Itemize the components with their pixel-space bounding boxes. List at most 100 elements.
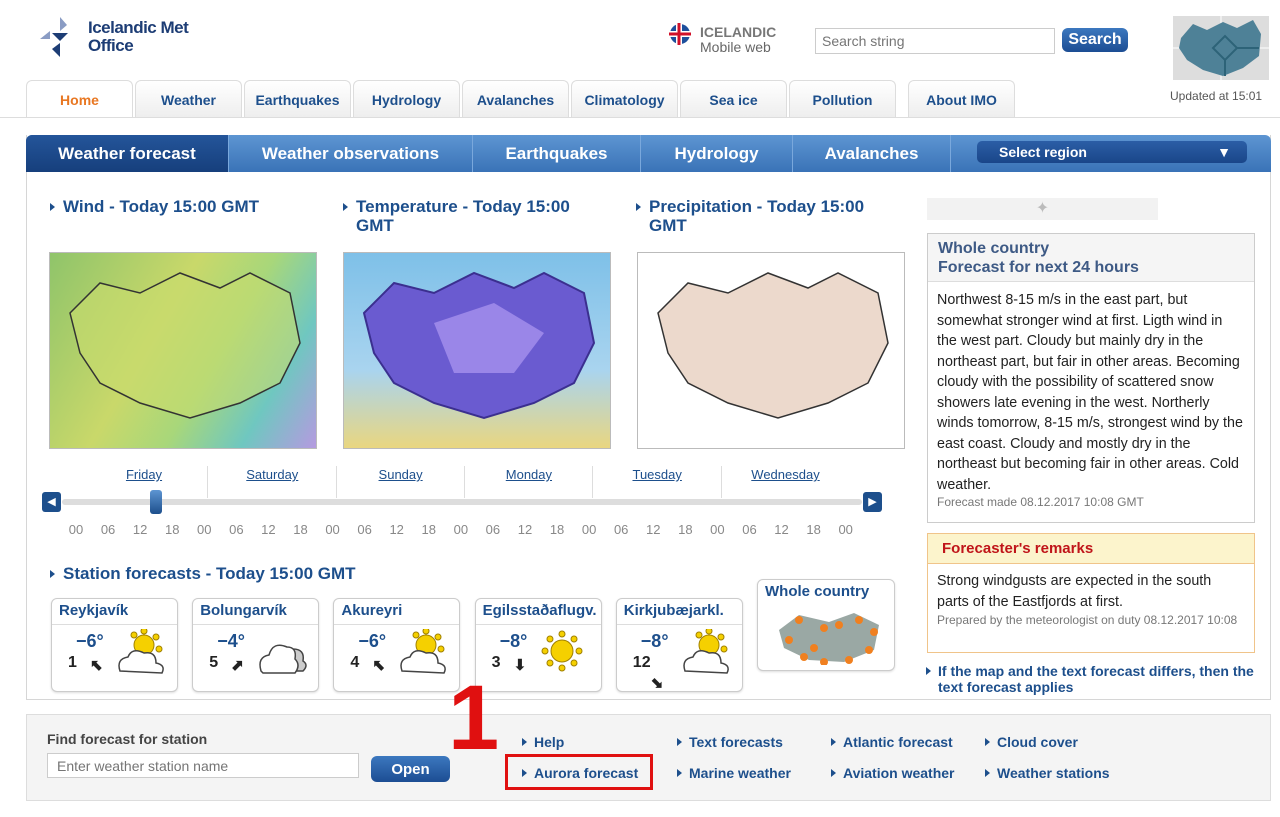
day-link[interactable]: Wednesday xyxy=(722,467,850,482)
hour-tick[interactable]: 18 xyxy=(798,522,830,537)
hour-tick[interactable]: 00 xyxy=(60,522,92,537)
subnav-avalanches[interactable]: Avalanches xyxy=(793,135,951,172)
annotation-number: 1 xyxy=(448,667,500,769)
hour-tick[interactable]: 18 xyxy=(541,522,573,537)
timeline-track[interactable] xyxy=(62,499,862,505)
temperature-map[interactable] xyxy=(343,252,611,449)
search-input[interactable] xyxy=(815,28,1055,54)
forecast-region: Whole country xyxy=(938,240,1050,257)
precipitation-map-title[interactable]: Precipitation - Today 15:00 GMT xyxy=(636,197,899,235)
iceland-flag-icon[interactable] xyxy=(669,23,691,45)
station-name: Kirkjubæjarkl. xyxy=(616,599,742,625)
station-wind-speed: 5 xyxy=(209,654,219,671)
wind-map[interactable] xyxy=(49,252,317,449)
tab-avalanches[interactable]: Avalanches xyxy=(462,80,569,117)
forecast-text: Northwest 8-15 m/s in the east part, but… xyxy=(937,292,1243,493)
tab-sea-ice[interactable]: Sea ice xyxy=(680,80,787,117)
station-temperature: −6° xyxy=(358,631,387,651)
tab-pollution[interactable]: Pollution xyxy=(789,80,896,117)
station-card[interactable]: Bolungarvík −4° 5 ⬈ xyxy=(192,598,320,692)
select-region-dropdown[interactable]: Select region ▼ xyxy=(977,141,1247,163)
hour-tick[interactable]: 06 xyxy=(349,522,381,537)
day-link[interactable]: Saturday xyxy=(208,467,336,482)
tab-divider xyxy=(0,117,1280,118)
hour-tick[interactable]: 12 xyxy=(252,522,284,537)
station-card[interactable]: Reykjavík −6° 1 ⬉ xyxy=(51,598,178,692)
timeline-next-button[interactable]: ▶ xyxy=(863,492,882,512)
region-label: Select region xyxy=(999,144,1087,160)
wind-direction-arrow-icon: ⬈ xyxy=(231,657,244,674)
hour-tick[interactable]: 18 xyxy=(669,522,701,537)
open-button[interactable]: Open xyxy=(371,756,450,782)
hour-tick[interactable]: 18 xyxy=(156,522,188,537)
hour-tick[interactable]: 12 xyxy=(637,522,669,537)
hour-tick[interactable]: 12 xyxy=(124,522,156,537)
whole-country-label: Whole country xyxy=(765,583,870,600)
site-logo[interactable]: Icelandic Met Office xyxy=(88,19,189,55)
hour-tick[interactable]: 00 xyxy=(445,522,477,537)
timeline-slider-handle[interactable] xyxy=(150,490,162,514)
tab-earthquakes[interactable]: Earthquakes xyxy=(244,80,351,117)
wind-map-title[interactable]: Wind - Today 15:00 GMT xyxy=(50,197,313,216)
partly-cloudy-icon xyxy=(683,629,729,674)
subnav-weather-forecast[interactable]: Weather forecast xyxy=(26,135,229,172)
cloud-cover-link[interactable]: Cloud cover xyxy=(985,734,1078,750)
hour-tick[interactable]: 12 xyxy=(766,522,798,537)
partly-cloudy-icon xyxy=(118,629,164,674)
day-divider xyxy=(463,466,465,498)
day-link[interactable]: Monday xyxy=(465,467,593,482)
aviation-weather-link[interactable]: Aviation weather xyxy=(831,765,955,781)
tab-climatology[interactable]: Climatology xyxy=(571,80,678,117)
hour-tick[interactable]: 06 xyxy=(477,522,509,537)
hour-tick[interactable]: 00 xyxy=(830,522,862,537)
whole-country-card[interactable]: Whole country xyxy=(757,579,895,671)
day-link[interactable]: Sunday xyxy=(337,467,465,482)
day-divider xyxy=(592,466,594,498)
temperature-map-title[interactable]: Temperature - Today 15:00 GMT xyxy=(343,197,606,235)
imo-logo-icon[interactable] xyxy=(40,17,86,59)
wind-direction-arrow-icon: ⬇ xyxy=(513,657,527,674)
weather-stations-link[interactable]: Weather stations xyxy=(985,765,1110,781)
hour-tick[interactable]: 00 xyxy=(317,522,349,537)
day-link[interactable]: Friday xyxy=(80,467,208,482)
hour-tick[interactable]: 18 xyxy=(413,522,445,537)
tab-weather[interactable]: Weather xyxy=(135,80,242,117)
hour-tick[interactable]: 06 xyxy=(92,522,124,537)
help-link[interactable]: Help xyxy=(522,734,564,750)
station-card[interactable]: Kirkjubæjarkl. −8° 12 ⬊ xyxy=(615,598,743,692)
atlantic-forecast-link[interactable]: Atlantic forecast xyxy=(831,734,953,750)
tab-home[interactable]: Home xyxy=(26,80,133,118)
precipitation-map[interactable] xyxy=(637,252,905,449)
hour-tick[interactable]: 00 xyxy=(701,522,733,537)
station-card[interactable]: Akureyri −6° 4 ⬉ xyxy=(333,598,461,692)
hour-tick[interactable]: 06 xyxy=(220,522,252,537)
hour-tick[interactable]: 00 xyxy=(573,522,605,537)
subnav-earthquakes[interactable]: Earthquakes xyxy=(473,135,641,172)
hour-tick[interactable]: 00 xyxy=(188,522,220,537)
subnav-weather-observations[interactable]: Weather observations xyxy=(229,135,473,172)
day-link[interactable]: Tuesday xyxy=(593,467,721,482)
marine-weather-link[interactable]: Marine weather xyxy=(677,765,791,781)
hour-tick[interactable]: 06 xyxy=(733,522,765,537)
wind-direction-arrow-icon: ⬉ xyxy=(90,657,103,674)
map-text-note-link[interactable]: If the map and the text forecast differs… xyxy=(926,663,1256,695)
station-wind-speed: 12 xyxy=(632,654,651,671)
hour-tick[interactable]: 06 xyxy=(605,522,637,537)
language-link[interactable]: ICELANDIC Mobile web xyxy=(700,25,776,55)
station-forecasts-title[interactable]: Station forecasts - Today 15:00 GMT xyxy=(50,564,356,583)
hour-tick[interactable]: 18 xyxy=(284,522,316,537)
iceland-region-map-icon[interactable] xyxy=(1173,16,1269,80)
tab-hydrology[interactable]: Hydrology xyxy=(353,80,460,117)
subnav-hydrology[interactable]: Hydrology xyxy=(641,135,793,172)
tab-about-imo[interactable]: About IMO xyxy=(908,80,1015,117)
text-forecasts-link[interactable]: Text forecasts xyxy=(677,734,783,750)
station-temperature: −8° xyxy=(640,631,669,651)
station-name: Akureyri xyxy=(334,599,460,625)
hour-tick[interactable]: 12 xyxy=(509,522,541,537)
station-search-input[interactable] xyxy=(47,753,359,778)
search-button[interactable]: Search xyxy=(1062,28,1128,52)
hour-tick[interactable]: 12 xyxy=(381,522,413,537)
remarks-text: Strong windgusts are expected in the sou… xyxy=(937,573,1212,610)
lang-sub: Mobile web xyxy=(700,39,771,55)
timeline-prev-button[interactable]: ◀ xyxy=(42,492,61,512)
